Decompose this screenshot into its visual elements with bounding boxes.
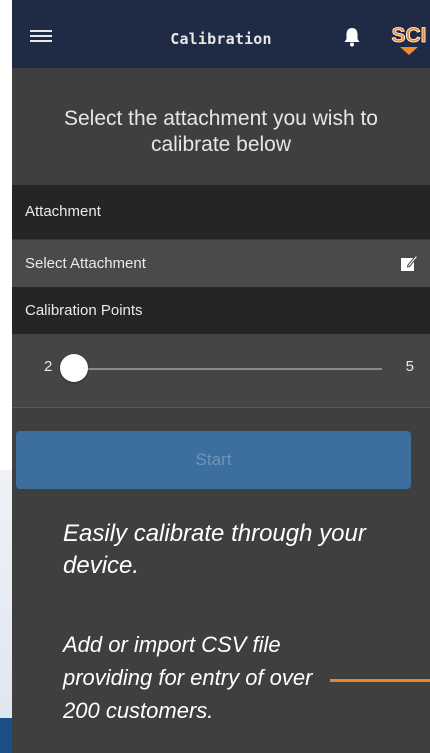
edit-icon[interactable]: [400, 254, 418, 272]
background-decoration: [0, 470, 12, 730]
calibration-points-section-header: Calibration Points: [12, 287, 430, 334]
page-title: Calibration: [170, 30, 272, 48]
slider-max-label: 5: [405, 358, 414, 375]
sci-logo: SCI: [391, 24, 427, 55]
attachment-section-header: Attachment: [12, 185, 430, 239]
slider-min-label: 2: [44, 358, 53, 375]
background-accent: [0, 718, 12, 753]
calibration-points-slider[interactable]: 2 5: [12, 334, 430, 408]
slider-track[interactable]: [82, 368, 382, 370]
select-attachment-label: Select Attachment: [25, 255, 146, 272]
screen: Calibration SCI Select the attachment yo…: [0, 0, 430, 753]
top-app-bar: Calibration SCI: [12, 0, 430, 68]
slider-thumb[interactable]: [60, 354, 88, 382]
bell-icon[interactable]: [342, 26, 362, 48]
start-button[interactable]: Start: [16, 431, 411, 489]
promo-text-secondary: Add or import CSV file providing for ent…: [63, 632, 313, 723]
svg-text:SCI: SCI: [391, 24, 426, 47]
callout-line: [330, 679, 430, 682]
promo-text-primary: Easily calibrate through your device.: [63, 520, 366, 579]
instruction-heading: Select the attachment you wish to calibr…: [63, 107, 378, 156]
select-attachment-row[interactable]: Select Attachment: [12, 239, 430, 287]
